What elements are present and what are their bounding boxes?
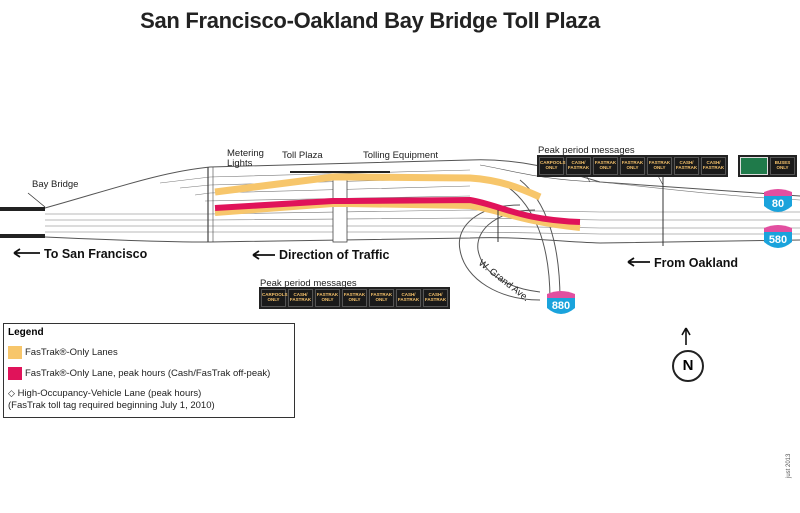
sign-top-2: CASH/ FASTRAK: [566, 157, 591, 175]
sign-bottom-2: CASH/ FASTRAK: [288, 289, 313, 307]
sign-buses-only: BUSES ONLY: [770, 157, 795, 175]
bay-bridge-label: Bay Bridge: [32, 179, 79, 190]
footer-date: just 2013: [786, 453, 792, 478]
toll-plaza-label: Toll Plaza: [282, 150, 323, 161]
sign-top-5: FASTRAK ONLY: [647, 157, 672, 175]
from-oakland-label: From Oakland: [654, 256, 739, 270]
legend-fastrak-only: FasTrak®-Only Lanes: [8, 346, 118, 359]
sign-bottom-7: CASH/ FASTRAK: [423, 289, 448, 307]
green-guide-sign: [740, 157, 768, 175]
sign-top-3: FASTRAK ONLY: [593, 157, 618, 175]
legend-box: Legend FasTrak®-Only Lanes FasTrak®-Only…: [3, 323, 295, 418]
fastrak-only-lane-upper: [214, 173, 542, 201]
legend-fastrak-peak-text: FasTrak®-Only Lane, peak hours (Cash/Fas…: [25, 368, 271, 380]
peak-signs-bottom: CARPOOLS ONLY CASH/ FASTRAK FASTRAK ONLY…: [259, 287, 450, 309]
fastrak-peak-swatch-icon: [8, 367, 22, 380]
sign-top-6: CASH/ FASTRAK: [674, 157, 699, 175]
sign-bottom-6: CASH/ FASTRAK: [396, 289, 421, 307]
legend-fastrak-only-text: FasTrak®-Only Lanes: [25, 347, 118, 359]
sign-bottom-5: FASTRAK ONLY: [369, 289, 394, 307]
arrow-to-sf: [13, 248, 40, 258]
compass-icon: N: [672, 350, 704, 382]
bay-bridge-deck: [0, 207, 45, 211]
fastrak-only-swatch-icon: [8, 346, 22, 359]
peak-signs-top: CARPOOLS ONLY CASH/ FASTRAK FASTRAK ONLY…: [537, 155, 728, 177]
legend-title: Legend: [8, 327, 44, 338]
sign-bottom-1: CARPOOLS ONLY: [261, 289, 288, 307]
tolling-equipment-label: Tolling Equipment: [363, 150, 438, 161]
w-grand-ave-label: W. Grand Ave.: [476, 258, 531, 304]
shield-580-label: 580: [769, 234, 787, 246]
arrow-from-oakland: [627, 257, 650, 267]
direction-of-traffic-label: Direction of Traffic: [279, 248, 390, 262]
to-san-francisco-label: To San Francisco: [44, 247, 148, 261]
legend-hov-line1: High-Occupancy-Vehicle Lane (peak hours): [17, 388, 202, 399]
peak-signs-top-right: BUSES ONLY: [738, 155, 797, 177]
arrow-direction: [252, 250, 275, 260]
shield-880-label: 880: [552, 300, 570, 312]
hov-diamond-icon: ◇: [8, 388, 15, 398]
sign-bottom-4: FASTRAK ONLY: [342, 289, 367, 307]
legend-fastrak-peak: FasTrak®-Only Lane, peak hours (Cash/Fas…: [8, 367, 270, 380]
toll-plaza-booths: [332, 174, 348, 243]
sign-top-1: CARPOOLS ONLY: [539, 157, 566, 175]
sign-bottom-3: FASTRAK ONLY: [315, 289, 340, 307]
metering-lights-label: Metering Lights: [227, 148, 264, 169]
sign-top-4: FASTRAK ONLY: [620, 157, 645, 175]
legend-hov: ◇ High-Occupancy-Vehicle Lane (peak hour…: [8, 387, 215, 412]
sign-top-7: CASH/ FASTRAK: [701, 157, 726, 175]
roadway-outline-bottom: [0, 236, 800, 244]
north-arrow: [681, 327, 691, 345]
legend-hov-line2: (FasTrak toll tag required beginning Jul…: [8, 400, 215, 411]
shield-80-label: 80: [772, 198, 784, 210]
